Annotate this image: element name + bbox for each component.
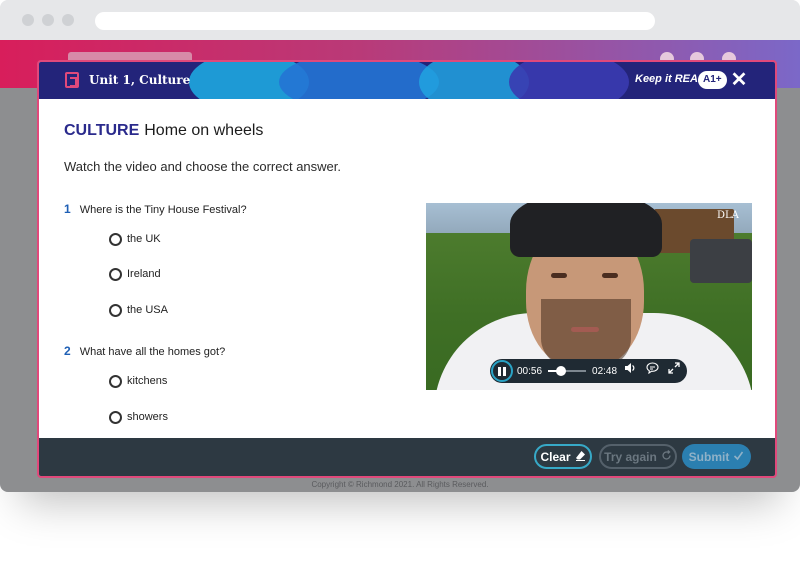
radio-button[interactable]	[109, 267, 122, 281]
video-person-eye	[602, 273, 618, 278]
radio-button[interactable]	[109, 232, 122, 246]
radio-button[interactable]	[109, 303, 122, 317]
modal-header: Unit 1, Culture Keep it REAL! A1+ ✕	[39, 62, 775, 99]
level-badge: A1+	[698, 71, 727, 89]
current-time: 00:56	[517, 365, 543, 377]
seek-thumb[interactable]	[555, 366, 566, 376]
question-text: What have all the homes got?	[79, 346, 226, 358]
video-truck	[690, 239, 752, 283]
retry-icon	[661, 449, 672, 464]
heading-title: Home on wheels	[144, 122, 264, 139]
instruction-text: Watch the video and choose the correct a…	[64, 159, 342, 174]
video-person-mouth	[571, 327, 599, 332]
video-player[interactable]: DLA 00:56 02:48	[426, 203, 752, 390]
question-text: Where is the Tiny House Festival?	[79, 204, 247, 216]
option-label: Ireland	[127, 268, 161, 280]
modal-footer: Clear Try again Submit	[39, 438, 775, 476]
radio-button[interactable]	[109, 374, 122, 388]
window-maximize-dot[interactable]	[62, 14, 74, 26]
header-wave	[509, 62, 629, 99]
clear-button[interactable]: Clear	[534, 444, 592, 469]
option-q2-kitchens[interactable]: kitchens	[109, 373, 167, 389]
address-bar[interactable]	[95, 12, 655, 30]
try-again-button-label: Try again	[604, 449, 657, 464]
window-minimize-dot[interactable]	[42, 14, 54, 26]
video-watermark: DLA	[717, 210, 739, 221]
activity-heading: CULTURE Home on wheels	[64, 122, 263, 140]
volume-icon[interactable]	[621, 362, 639, 380]
question-number: 2	[64, 344, 71, 358]
browser-chrome	[0, 0, 800, 40]
unit-logo-icon	[65, 72, 79, 88]
video-controls: 00:56 02:48	[490, 359, 687, 383]
option-label: showers	[127, 411, 168, 423]
seek-bar[interactable]	[548, 366, 587, 376]
option-q1-the-usa[interactable]: the USA	[109, 302, 168, 318]
option-q2-showers[interactable]: showers	[109, 409, 168, 425]
activity-modal: Unit 1, Culture Keep it REAL! A1+ ✕ CULT…	[37, 60, 777, 478]
radio-button[interactable]	[109, 410, 122, 424]
eraser-icon	[575, 450, 586, 464]
fullscreen-icon[interactable]	[665, 362, 683, 380]
submit-button-label: Submit	[688, 449, 730, 464]
header-wave	[279, 62, 439, 99]
clear-button-label: Clear	[540, 449, 571, 464]
captions-icon[interactable]	[643, 362, 661, 380]
option-q1-the-uk[interactable]: the UK	[109, 231, 161, 247]
submit-button[interactable]: Submit	[682, 444, 751, 469]
close-icon[interactable]: ✕	[727, 68, 751, 92]
background-copyright: Copyright © Richmond 2021. All Rights Re…	[311, 480, 489, 489]
question-number: 1	[64, 202, 71, 216]
option-label: the UK	[127, 233, 161, 245]
question-1: 1 Where is the Tiny House Festival?	[64, 202, 247, 216]
try-again-button[interactable]: Try again	[599, 444, 677, 469]
option-label: kitchens	[127, 375, 168, 387]
option-label: the USA	[127, 304, 168, 316]
duration: 02:48	[592, 365, 618, 377]
video-person-eye	[551, 273, 567, 278]
heading-tag: CULTURE	[64, 122, 140, 139]
window-close-dot[interactable]	[22, 14, 34, 26]
modal-title: Unit 1, Culture	[89, 73, 191, 87]
option-q1-ireland[interactable]: Ireland	[109, 266, 161, 282]
checkmark-icon	[733, 450, 744, 464]
pause-icon[interactable]	[491, 360, 513, 382]
question-2: 2 What have all the homes got?	[64, 344, 225, 358]
video-person-cap	[510, 203, 662, 257]
